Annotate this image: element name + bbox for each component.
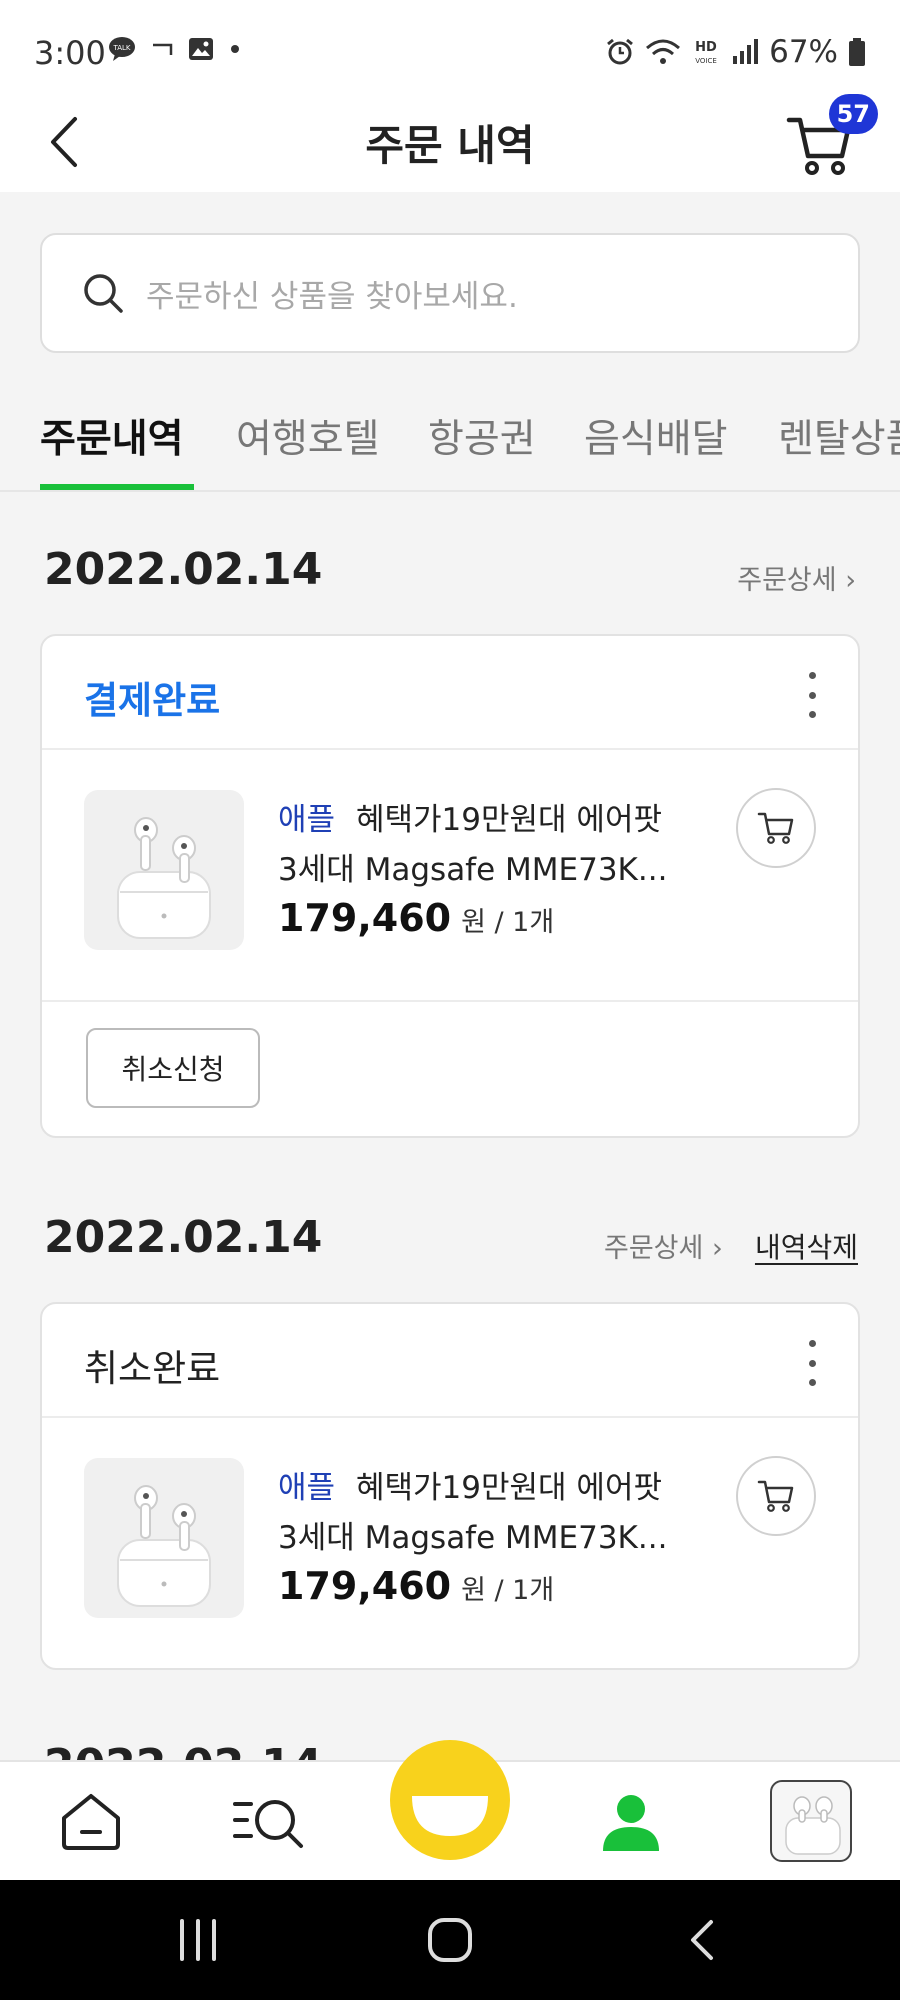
my-profile-icon bbox=[603, 1795, 659, 1851]
order-card-footer: 취소신청 bbox=[42, 1000, 858, 1136]
cart-count-badge: 57 bbox=[828, 94, 878, 134]
more-options-button[interactable] bbox=[800, 1340, 824, 1386]
svg-text:TALK: TALK bbox=[112, 44, 130, 52]
product-price: 179,460 bbox=[278, 1564, 452, 1608]
order-card: 결제완료 애플 혜택가19만원대 에어팟 3세대 Magsafe MME73K.… bbox=[40, 634, 860, 1138]
nav-my-profile[interactable] bbox=[586, 1782, 676, 1862]
signal-icon bbox=[733, 39, 759, 64]
system-navigation-bar bbox=[0, 1880, 900, 2000]
cart-button[interactable]: 57 bbox=[786, 94, 878, 186]
nav-home[interactable] bbox=[46, 1782, 136, 1862]
page-title: 주문 내역 bbox=[365, 121, 535, 170]
product-name-line2: 3세대 Magsafe MME73K... bbox=[278, 1520, 668, 1556]
order-item[interactable]: 애플 혜택가19만원대 에어팟 3세대 Magsafe MME73K... 17… bbox=[42, 750, 858, 1000]
tab-flights[interactable]: 항공권 bbox=[428, 408, 536, 464]
smile-icon bbox=[412, 1796, 488, 1836]
order-item[interactable]: 애플 혜택가19만원대 에어팟 3세대 Magsafe MME73K... 17… bbox=[42, 1418, 858, 1668]
kakaotalk-icon: TALK bbox=[109, 37, 135, 61]
notification-icons: TALK bbox=[108, 36, 242, 62]
home-square-icon bbox=[428, 1918, 472, 1962]
wifi-icon bbox=[646, 39, 681, 64]
airpods-image bbox=[117, 1485, 211, 1607]
product-thumbnail[interactable] bbox=[84, 790, 244, 950]
alarm-icon bbox=[607, 38, 634, 65]
search-menu-icon bbox=[233, 1800, 303, 1848]
dash-icon bbox=[153, 43, 173, 55]
delete-history-link[interactable]: 내역삭제 bbox=[755, 1226, 858, 1266]
order-card: 취소완료 애플 혜택가19만원대 에어팟 3세대 Magsafe MME73K.… bbox=[40, 1302, 860, 1670]
airpods-pro-image bbox=[785, 1796, 841, 1855]
cancel-request-button[interactable]: 취소신청 bbox=[86, 1028, 260, 1108]
add-to-cart-button[interactable] bbox=[736, 788, 816, 868]
dot-icon bbox=[231, 45, 239, 53]
cart-icon bbox=[757, 1480, 794, 1512]
back-arrow-icon bbox=[691, 1920, 713, 1960]
order-card-header: 취소완료 bbox=[42, 1304, 858, 1418]
recent-apps-icon bbox=[180, 1919, 216, 1961]
svg-text:VOICE: VOICE bbox=[695, 57, 717, 65]
center-home-button[interactable] bbox=[390, 1740, 510, 1860]
active-tab-indicator bbox=[40, 484, 194, 490]
battery-icon bbox=[849, 38, 865, 66]
product-name-line1: 혜택가19만원대 에어팟 bbox=[356, 802, 662, 838]
status-bar: 3:00 TALK HD VOICE 67% bbox=[0, 0, 900, 100]
tab-travel-hotel[interactable]: 여행호텔 bbox=[236, 408, 380, 464]
order-date: 2022.02.14 bbox=[44, 1212, 323, 1263]
system-status: HD VOICE 67% bbox=[605, 34, 866, 70]
search-icon bbox=[84, 274, 123, 313]
product-price: 179,460 bbox=[278, 896, 452, 940]
order-search-input[interactable]: 주문하신 상품을 찾아보세요. bbox=[40, 233, 860, 353]
order-status: 결제완료 bbox=[84, 679, 221, 722]
more-options-button[interactable] bbox=[800, 672, 824, 718]
hd-voice-icon: HD VOICE bbox=[695, 40, 717, 65]
home-system-button[interactable] bbox=[410, 1910, 490, 1970]
battery-percent: 67% bbox=[769, 34, 838, 70]
product-thumbnail[interactable] bbox=[84, 1458, 244, 1618]
image-icon bbox=[189, 38, 213, 60]
product-name-line2: 3세대 Magsafe MME73K... bbox=[278, 852, 668, 888]
airpods-image bbox=[117, 817, 211, 939]
order-date: 2022.02.14 bbox=[44, 544, 323, 595]
search-placeholder: 주문하신 상품을 찾아보세요. bbox=[146, 278, 518, 315]
product-brand: 애플 bbox=[278, 802, 336, 838]
app-bar: 주문 내역 57 bbox=[0, 92, 900, 192]
recent-apps-button[interactable] bbox=[158, 1910, 238, 1970]
tab-orders[interactable]: 주문내역 bbox=[40, 408, 184, 464]
tab-rental[interactable]: 렌탈상품 bbox=[778, 408, 900, 464]
product-name-line1: 혜택가19만원대 에어팟 bbox=[356, 1470, 662, 1506]
status-time: 3:00 bbox=[34, 34, 106, 72]
price-line: 179,460 원 / 1개 bbox=[278, 896, 554, 940]
order-card-header: 결제완료 bbox=[42, 636, 858, 750]
svg-text:HD: HD bbox=[695, 40, 717, 55]
price-unit: 원 / 1개 bbox=[461, 907, 555, 938]
price-line: 179,460 원 / 1개 bbox=[278, 1564, 554, 1608]
nav-search-menu[interactable] bbox=[226, 1782, 316, 1862]
system-back-button[interactable] bbox=[662, 1910, 742, 1970]
home-icon bbox=[62, 1794, 120, 1850]
cart-icon bbox=[757, 812, 794, 844]
recent-product-thumb[interactable] bbox=[770, 1780, 852, 1862]
tab-food-delivery[interactable]: 음식배달 bbox=[584, 408, 728, 464]
order-detail-link[interactable]: 주문상세 › bbox=[604, 1226, 723, 1265]
product-brand: 애플 bbox=[278, 1470, 336, 1506]
price-unit: 원 / 1개 bbox=[461, 1575, 555, 1606]
order-detail-link[interactable]: 주문상세 › bbox=[737, 558, 856, 597]
order-status: 취소완료 bbox=[84, 1347, 221, 1390]
add-to-cart-button[interactable] bbox=[736, 1456, 816, 1536]
category-tabs: 주문내역 여행호텔 항공권 음식배달 렌탈상품 bbox=[0, 390, 900, 492]
